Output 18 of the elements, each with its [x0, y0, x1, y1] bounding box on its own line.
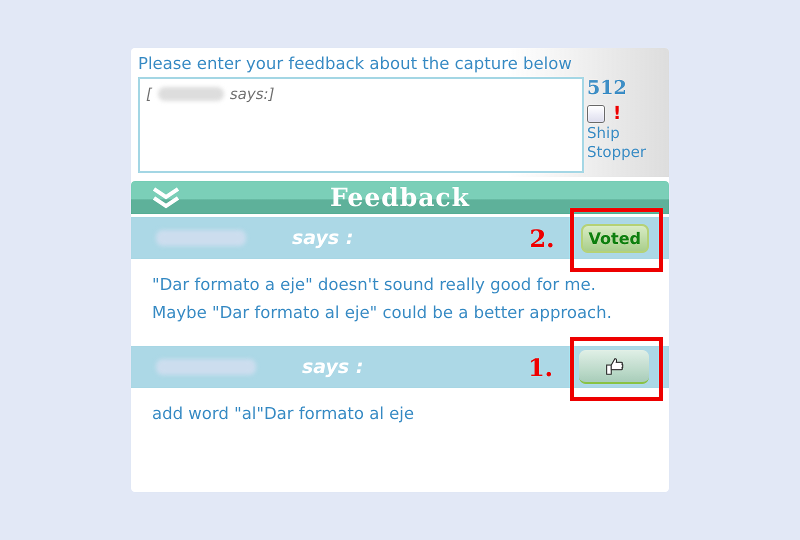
annotation-number: 2. [529, 224, 555, 252]
like-button[interactable] [579, 350, 649, 384]
ship-stopper-checkbox[interactable] [587, 104, 605, 122]
voted-button[interactable]: Voted [580, 224, 649, 252]
says-label: says : [302, 356, 364, 378]
ship-stopper-label: Ship Stopper [587, 124, 648, 162]
comment-text: "Dar formato a eje" doesn't sound really good for me. Maybe "Dar formato al eje" could be a better approach. [151, 274, 613, 324]
exclamation-mark: ! [613, 103, 622, 124]
says-label: says : [292, 227, 354, 249]
feedback-title: Feedback [330, 183, 470, 212]
feedback-prompt: Please enter your feedback about the capture below [138, 54, 573, 73]
character-counter: 512 [587, 77, 628, 99]
annotation-number: 1. [528, 352, 553, 382]
feedback-input[interactable]: [ says:] [138, 77, 584, 173]
blurred-name [158, 87, 224, 101]
collapse-chevron-icon[interactable] [151, 186, 181, 210]
comment-text: add word "al"Dar formato al eje [151, 403, 416, 425]
thumbs-up-icon [603, 355, 625, 377]
